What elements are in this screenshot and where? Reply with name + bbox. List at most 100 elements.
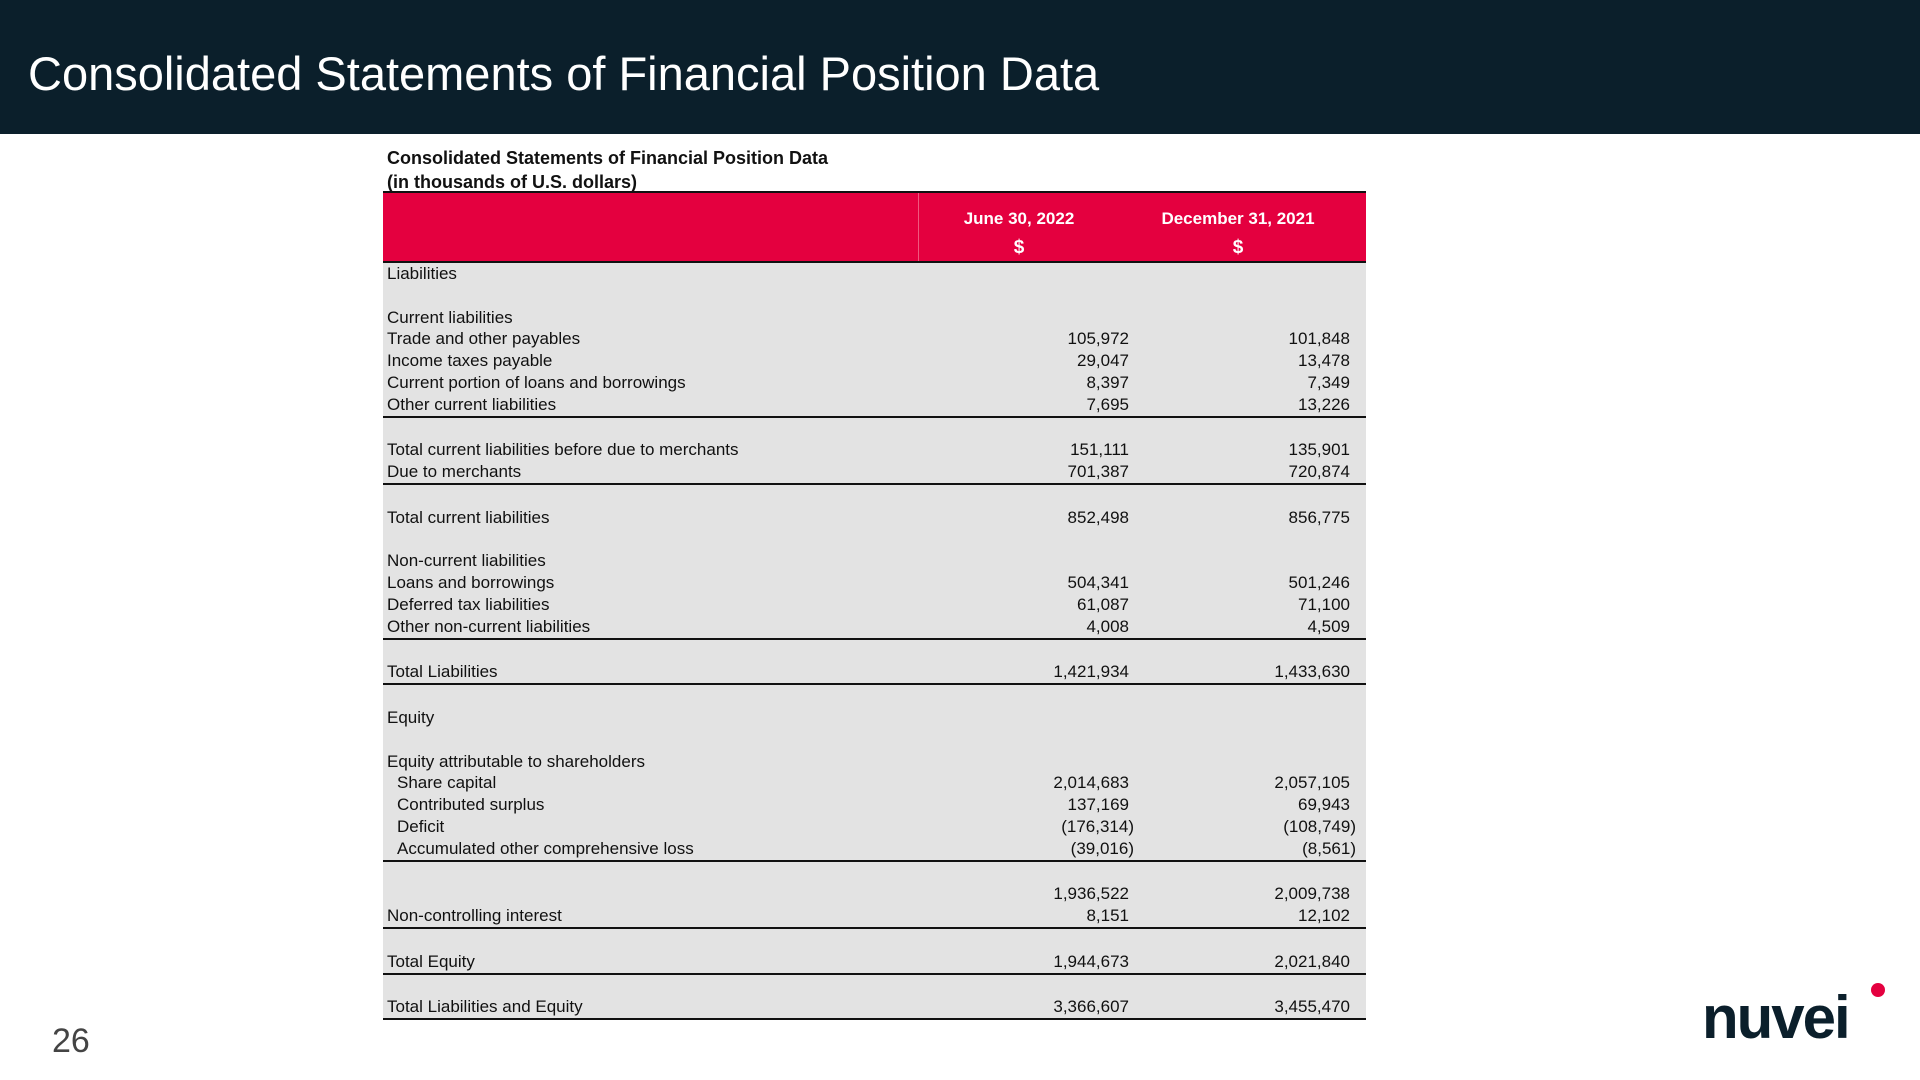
row-label: Deferred tax liabilities xyxy=(387,594,550,614)
row-label: Other current liabilities xyxy=(387,394,557,414)
table-row xyxy=(383,685,1366,707)
value-december-2021: 12,102 xyxy=(1298,906,1350,926)
value-june-2022: 852,498 xyxy=(1067,507,1129,527)
row-label: Current portion of loans and borrowings xyxy=(387,372,686,392)
row-label: Current liabilities xyxy=(387,307,513,327)
value-june-2022: (39,016) xyxy=(1070,838,1134,858)
row-label: Non-controlling interest xyxy=(387,906,562,926)
table-row xyxy=(383,418,1366,440)
value-december-2021: 101,848 xyxy=(1288,329,1350,349)
value-june-2022: 701,387 xyxy=(1067,462,1129,482)
table-row: Current portion of loans and borrowings 8… xyxy=(383,372,1366,394)
row-label: Total Liabilities xyxy=(387,662,498,682)
row-label: Equity attributable to shareholders xyxy=(387,751,645,771)
value-june-2022: 105,972 xyxy=(1067,329,1129,349)
value-june-2022: 8,151 xyxy=(1086,906,1129,926)
value-june-2022: 61,087 xyxy=(1077,594,1129,614)
value-june-2022: 2,014,683 xyxy=(1053,773,1129,793)
row-label: Total current liabilities xyxy=(387,507,550,527)
table-row: Other non-current liabilities 4,008 4,509 xyxy=(383,616,1366,640)
row-label: Loans and borrowings xyxy=(387,573,555,593)
table-row: Non-current liabilities xyxy=(383,550,1366,572)
table-body: Liabilities Current liabilities Trade and … xyxy=(383,263,1366,1021)
table-row: Liabilities xyxy=(383,263,1366,285)
table-row: Accumulated other comprehensive loss (39,… xyxy=(383,838,1366,862)
value-december-2021: (8,561) xyxy=(1302,838,1356,858)
row-label: Share capital xyxy=(397,773,497,793)
value-june-2022: (176,314) xyxy=(1061,816,1134,836)
table-row xyxy=(383,862,1366,884)
value-december-2021: 720,874 xyxy=(1288,462,1350,482)
table-caption: Consolidated Statements of Financial Pos… xyxy=(387,146,828,194)
page-title: Consolidated Statements of Financial Pos… xyxy=(28,47,1100,100)
row-label: Other non-current liabilities xyxy=(387,616,591,636)
financial-position-table: June 30, 2022 December 31, 2021 $ $ Liab… xyxy=(383,191,1366,1021)
table-row: Total Liabilities 1,421,934 1,433,630 xyxy=(383,661,1366,686)
table-row xyxy=(383,529,1366,551)
table-row: Total current liabilities 852,498 856,775 xyxy=(383,507,1366,529)
value-june-2022: 8,397 xyxy=(1086,372,1129,392)
row-label: Non-current liabilities xyxy=(387,551,546,571)
logo-wordmark: nuvei xyxy=(1702,984,1849,1040)
row-label: Due to merchants xyxy=(387,462,522,482)
value-december-2021: 135,901 xyxy=(1288,440,1350,460)
value-june-2022: 504,341 xyxy=(1067,573,1129,593)
table-row: Share capital 2,014,683 2,057,105 xyxy=(383,772,1366,794)
column-header-december-2021: December 31, 2021 xyxy=(1161,209,1315,228)
value-june-2022: 1,936,522 xyxy=(1053,884,1129,904)
row-label: Liabilities xyxy=(387,264,457,283)
value-december-2021: 2,057,105 xyxy=(1274,773,1350,793)
table-row: Deficit (176,314) (108,749) xyxy=(383,816,1366,838)
column-header-june-2022: June 30, 2022 xyxy=(963,209,1075,228)
currency-label-june-2022: $ xyxy=(1013,237,1025,258)
table-row: Other current liabilities 7,695 13,226 xyxy=(383,394,1366,418)
value-june-2022: 1,944,673 xyxy=(1053,951,1129,971)
logo-dot xyxy=(1871,983,1885,997)
value-december-2021: 4,509 xyxy=(1307,616,1350,636)
value-december-2021: 7,349 xyxy=(1307,372,1350,392)
value-june-2022: 7,695 xyxy=(1086,394,1129,414)
value-december-2021: 69,943 xyxy=(1298,795,1350,815)
row-label: Equity xyxy=(387,707,435,727)
value-december-2021: 3,455,470 xyxy=(1274,997,1350,1017)
value-december-2021: 856,775 xyxy=(1288,507,1350,527)
value-december-2021: (108,749) xyxy=(1283,816,1356,836)
value-june-2022: 137,169 xyxy=(1067,795,1129,815)
table-row xyxy=(383,640,1366,662)
table-row: Total current liabilities before due to … xyxy=(383,439,1366,461)
table-row: Loans and borrowings 504,341 501,246 xyxy=(383,572,1366,594)
title-bar: Consolidated Statements of Financial Pos… xyxy=(0,0,1920,134)
table-row: Total Equity 1,944,673 2,021,840 xyxy=(383,951,1366,975)
value-june-2022: 3,366,607 xyxy=(1053,997,1129,1017)
row-label: Total Equity xyxy=(387,951,475,971)
table-row xyxy=(383,729,1366,751)
table-row: Total Liabilities and Equity 3,366,607 3,4… xyxy=(383,996,1366,1021)
table-row: Non-controlling interest 8,151 12,102 xyxy=(383,905,1366,929)
table-row xyxy=(383,975,1366,997)
row-label: Accumulated other comprehensive loss xyxy=(397,838,694,858)
table-row: Equity xyxy=(383,707,1366,729)
row-label: Trade and other payables xyxy=(387,329,581,349)
value-december-2021: 13,226 xyxy=(1298,394,1350,414)
table-row xyxy=(383,929,1366,951)
page-number: 26 xyxy=(52,1022,90,1060)
value-june-2022: 151,111 xyxy=(1070,440,1129,460)
table-row: 1,936,522 2,009,738 xyxy=(383,883,1366,905)
value-june-2022: 4,008 xyxy=(1086,616,1129,636)
table-row xyxy=(383,485,1366,507)
table-row: Trade and other payables 105,972 101,848 xyxy=(383,328,1366,350)
table-row: Equity attributable to shareholders xyxy=(383,751,1366,773)
table-row: Due to merchants 701,387 720,874 xyxy=(383,461,1366,485)
row-label: Contributed surplus xyxy=(397,795,545,815)
row-label: Total current liabilities before due to … xyxy=(387,440,739,460)
table-row: Contributed surplus 137,169 69,943 xyxy=(383,794,1366,816)
value-december-2021: 501,246 xyxy=(1288,573,1350,593)
row-label: Total Liabilities and Equity xyxy=(387,997,583,1017)
value-december-2021: 13,478 xyxy=(1298,351,1350,371)
table-row: Current liabilities xyxy=(383,307,1366,329)
table-row: Deferred tax liabilities 61,087 71,100 xyxy=(383,594,1366,616)
table-row xyxy=(383,285,1366,307)
value-december-2021: 71,100 xyxy=(1298,594,1350,614)
value-june-2022: 1,421,934 xyxy=(1053,662,1129,682)
row-label: Deficit xyxy=(397,816,445,836)
